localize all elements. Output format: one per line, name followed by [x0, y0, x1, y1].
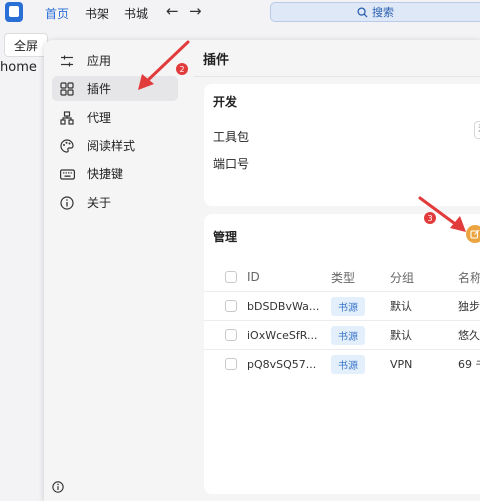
section-title-dev: 开发 [213, 95, 238, 109]
sidebar-item-proxy[interactable]: 代理 [52, 105, 178, 130]
search-label: 搜索 [372, 6, 394, 19]
type-tag: 书源 [331, 296, 365, 316]
sidebar-item-label: 快捷键 [87, 167, 124, 181]
sidebar-item-label: 关于 [87, 196, 112, 210]
search-icon [357, 6, 368, 18]
nav-home[interactable]: 首页 [45, 5, 69, 22]
section-title-manage: 管理 [213, 230, 238, 244]
search-button[interactable]: 搜索 [270, 2, 480, 22]
settings-window: 应用 插件 代理 阅读样式 快捷键 关于 插件 开发 工具包 端口号 管理 ID… [44, 40, 480, 501]
row-group: 默认 [390, 300, 412, 313]
manage-section: 管理 ID 类型 分组 名称 bDSDBvWa... 书源 默认 独步 iOxW [204, 214, 480, 494]
row-checkbox[interactable] [225, 329, 237, 341]
row-id: pQ8vSQ57... [247, 357, 317, 371]
toolkit-label: 工具包 [213, 130, 250, 144]
port-label: 端口号 [213, 157, 250, 171]
select-all-checkbox[interactable] [225, 271, 237, 283]
home-text: home [0, 60, 37, 75]
keyboard-icon [59, 166, 75, 182]
sidebar-item-reading-style[interactable]: 阅读样式 [52, 133, 178, 158]
row-name: 69 书 [458, 358, 480, 371]
top-bar: 首页 书架 书城 ← → 搜索 [0, 0, 480, 26]
annotation-badge: 3 [424, 212, 436, 224]
toolkit-field[interactable]: 禾 [474, 121, 480, 139]
column-type: 类型 [331, 270, 356, 285]
sidebar-item-about[interactable]: 关于 [52, 190, 178, 215]
page-title: 插件 [203, 53, 230, 68]
table-row[interactable]: iOxWceSfR... 书源 默认 悠久 [204, 320, 480, 349]
palette-icon [59, 138, 75, 154]
sliders-icon [59, 53, 75, 69]
type-tag: 书源 [331, 325, 365, 345]
row-checkbox[interactable] [225, 358, 237, 370]
add-plugin-button[interactable] [466, 225, 480, 243]
edit-icon [470, 229, 480, 239]
app-logo-icon[interactable] [5, 2, 23, 22]
grid-icon [59, 81, 75, 97]
annotation-badge: 2 [176, 63, 188, 75]
sidebar-item-label: 阅读样式 [87, 139, 136, 153]
arrow-left-icon[interactable]: ← [166, 2, 179, 20]
row-id: bDSDBvWa... [247, 299, 320, 313]
content-panel: 插件 开发 工具包 禾 端口号 管理 ID 类型 分组 名称 bDSDBvWa.… [194, 40, 480, 501]
sidebar-item-shortcuts[interactable]: 快捷键 [52, 161, 178, 186]
sidebar-item-label: 代理 [87, 111, 112, 125]
divider [194, 76, 480, 77]
type-tag: 书源 [331, 354, 365, 374]
network-icon [59, 110, 75, 126]
sidebar-item-label: 应用 [87, 54, 112, 68]
sidebar-item-plugins[interactable]: 插件 [52, 76, 178, 101]
sidebar-item-app[interactable]: 应用 [52, 48, 178, 73]
table-row[interactable]: pQ8vSQ57... 书源 VPN 69 书 [204, 349, 480, 378]
row-group: 默认 [390, 329, 412, 342]
dev-section: 开发 工具包 禾 端口号 [204, 84, 480, 206]
row-group: VPN [390, 357, 413, 371]
table-header: ID 类型 分组 名称 [204, 266, 480, 288]
column-id: ID [247, 270, 260, 284]
info-icon[interactable] [52, 481, 66, 495]
info-icon [59, 195, 75, 211]
table-row[interactable]: bDSDBvWa... 书源 默认 独步 [204, 291, 480, 320]
arrow-right-icon[interactable]: → [189, 2, 202, 20]
column-name: 名称 [458, 270, 480, 285]
row-name: 独步 [458, 300, 480, 313]
row-name: 悠久 [458, 329, 480, 342]
row-id: iOxWceSfR... [247, 328, 318, 342]
row-checkbox[interactable] [225, 300, 237, 312]
column-group: 分组 [390, 270, 415, 285]
nav-bookshelf[interactable]: 书架 [85, 5, 109, 22]
nav-bookstore[interactable]: 书城 [124, 5, 148, 22]
sidebar-item-label: 插件 [87, 82, 112, 96]
fullscreen-tab[interactable]: 全屏 [4, 33, 48, 57]
